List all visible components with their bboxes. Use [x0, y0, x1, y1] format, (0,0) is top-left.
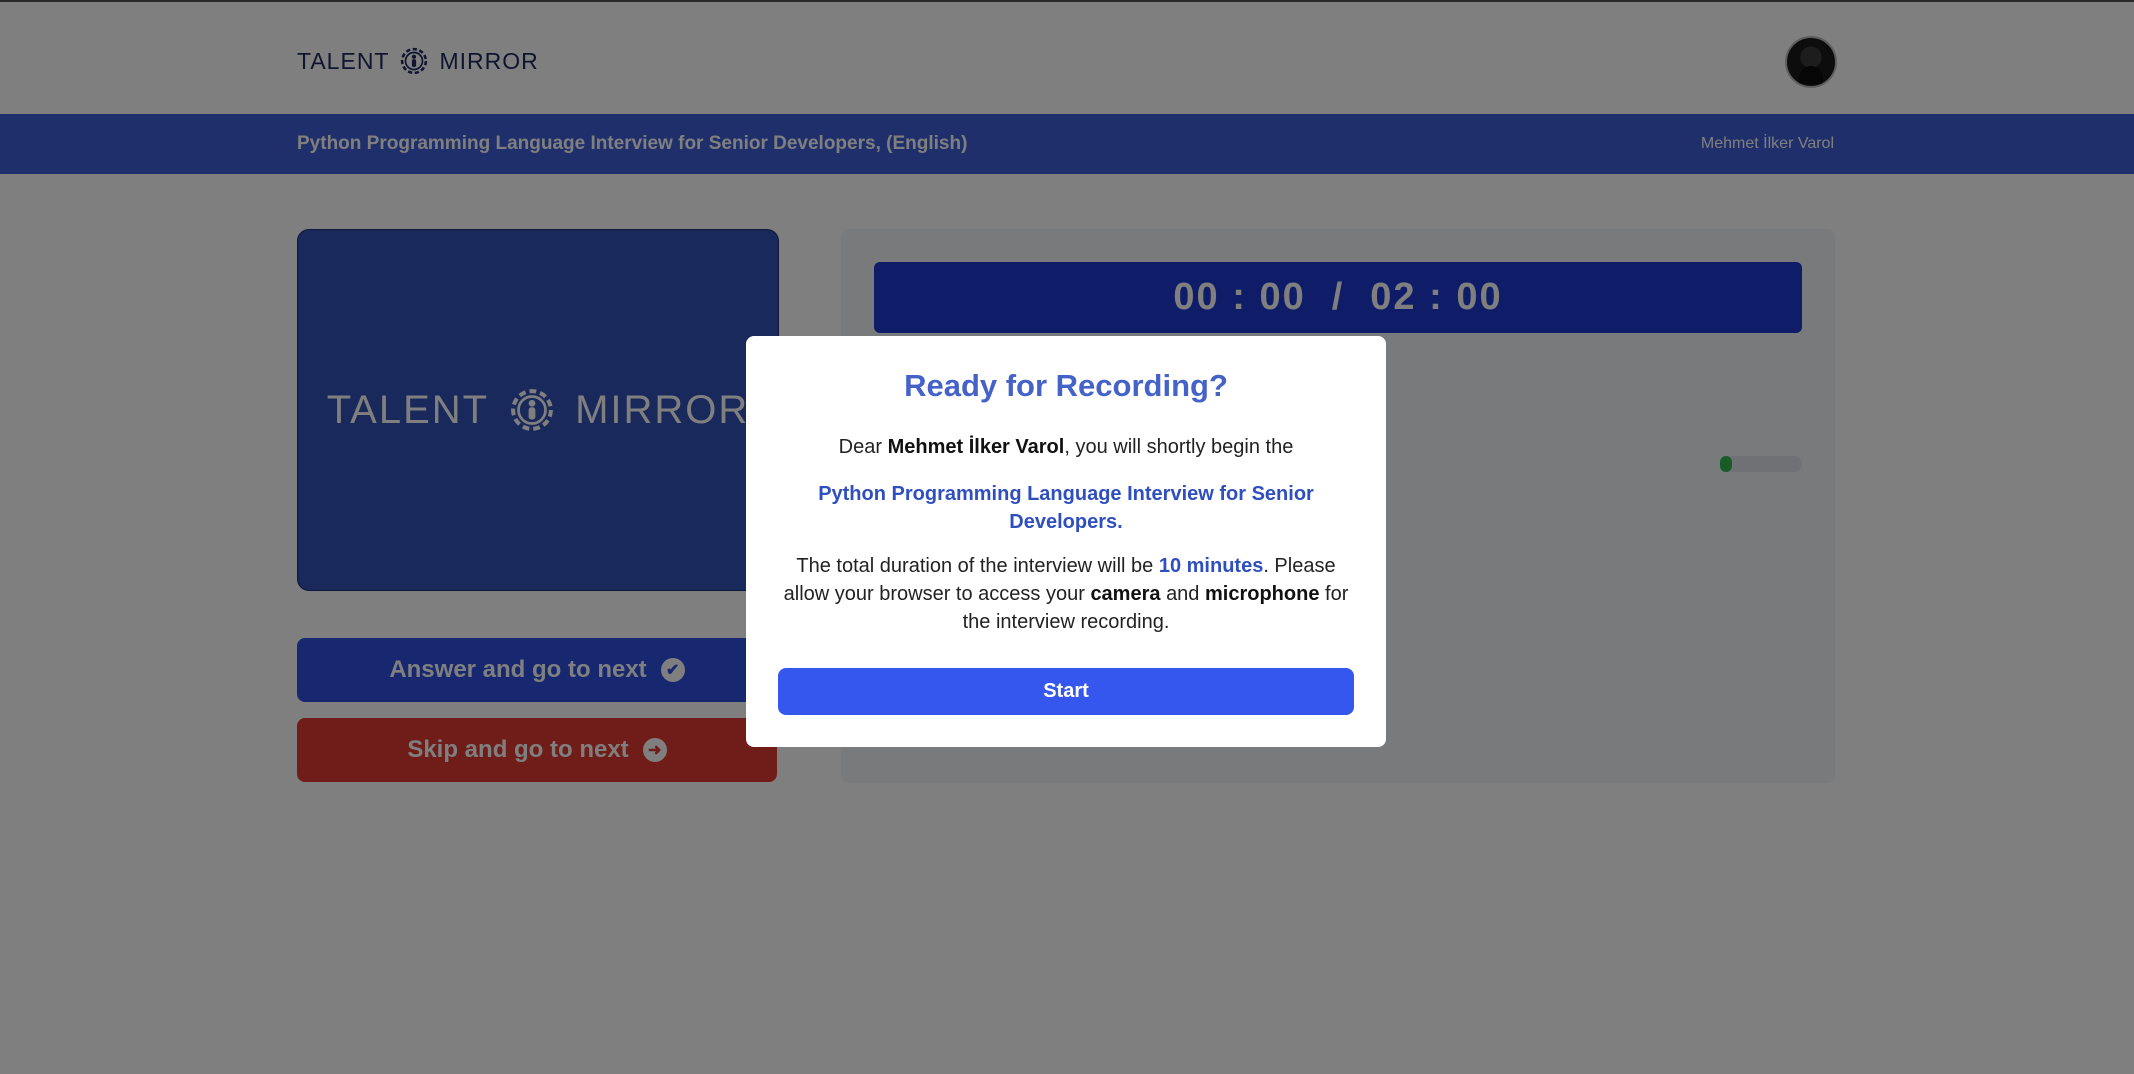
dialog-interview-name: Python Programming Language Interview fo… [818, 483, 1314, 533]
dialog-microphone: microphone [1205, 583, 1320, 605]
dialog-instructions: The total duration of the interview will… [783, 555, 1349, 633]
dialog-candidate-name: Mehmet İlker Varol [887, 436, 1065, 458]
start-button[interactable]: Start [778, 668, 1354, 715]
dialog-title: Ready for Recording? [904, 368, 1228, 403]
ready-for-recording-dialog: Ready for Recording? Dear Mehmet İlker V… [746, 336, 1386, 747]
dialog-camera: camera [1090, 583, 1161, 605]
dialog-greeting: Dear Mehmet İlker Varol, you will shortl… [838, 436, 1294, 458]
dialog-duration: 10 minutes [1158, 555, 1264, 577]
